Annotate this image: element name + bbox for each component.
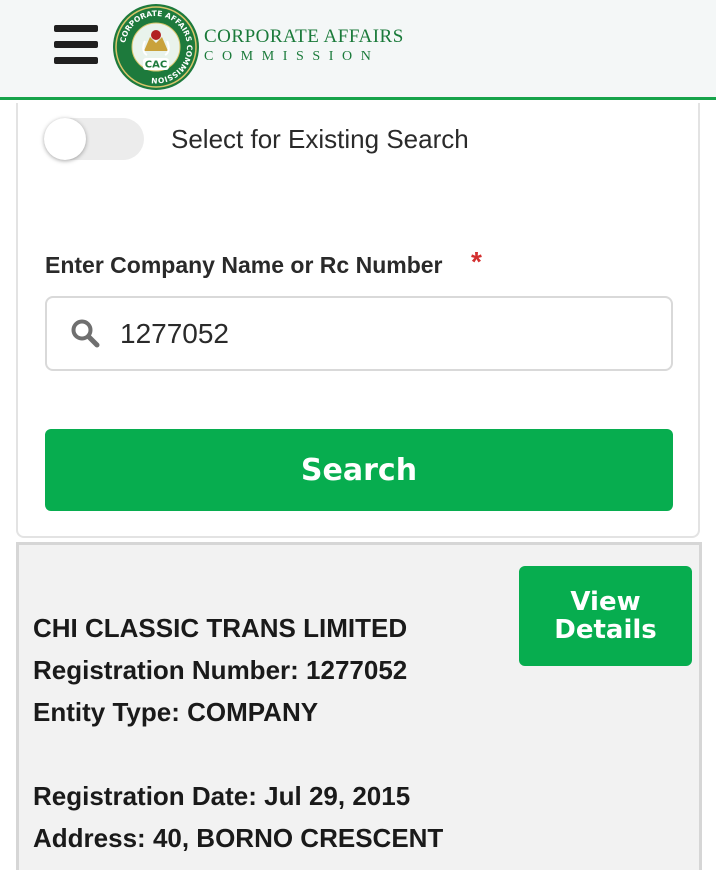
registration-number-row: Registration Number: 1277052: [33, 655, 407, 686]
required-asterisk: *: [471, 246, 482, 277]
logo-line1: CORPORATE AFFAIRS: [204, 26, 404, 47]
company-name: CHI CLASSIC TRANS LIMITED: [33, 613, 408, 643]
entity-type-value: COMPANY: [187, 697, 319, 727]
registration-date-value: Jul 29, 2015: [264, 781, 411, 811]
menu-icon[interactable]: [54, 25, 98, 65]
view-details-button[interactable]: View Details: [519, 566, 692, 666]
registration-date-row: Registration Date: Jul 29, 2015: [33, 781, 410, 812]
address-row: Address: 40, BORNO CRESCENT: [33, 823, 443, 854]
seal-abbr: CAC: [145, 60, 167, 71]
search-icon: [71, 319, 100, 348]
menu-icon-bar: [54, 41, 98, 48]
entity-type-label: Entity Type:: [33, 697, 180, 727]
search-field-label: Enter Company Name or Rc Number: [45, 252, 443, 278]
logo-line2: COMMISSION: [204, 49, 380, 64]
search-button[interactable]: Search: [45, 429, 673, 511]
toggle-knob: [44, 118, 86, 160]
view-details-line2: Details: [554, 615, 657, 645]
registration-number-label: Registration Number:: [33, 655, 299, 685]
company-search-input[interactable]: [120, 312, 650, 356]
cac-seal-logo[interactable]: CORPORATE AFFAIRS COMMISSION CAC: [112, 3, 200, 91]
address-value: 40, BORNO CRESCENT: [152, 823, 444, 853]
entity-type-row: Entity Type: COMPANY: [33, 697, 318, 728]
logo-wordmark[interactable]: CORPORATE AFFAIRS COMMISSION: [204, 26, 404, 65]
menu-icon-bar: [54, 57, 98, 64]
app-header: CORPORATE AFFAIRS COMMISSION CAC CORPORA…: [0, 0, 716, 100]
menu-icon-bar: [54, 25, 98, 32]
address-label: Address:: [33, 823, 146, 853]
existing-search-toggle[interactable]: [44, 118, 144, 160]
view-details-line1: View: [570, 587, 641, 617]
registration-number-value: 1277052: [306, 655, 408, 685]
registration-date-label: Registration Date:: [33, 781, 257, 811]
toggle-label: Select for Existing Search: [171, 124, 469, 154]
